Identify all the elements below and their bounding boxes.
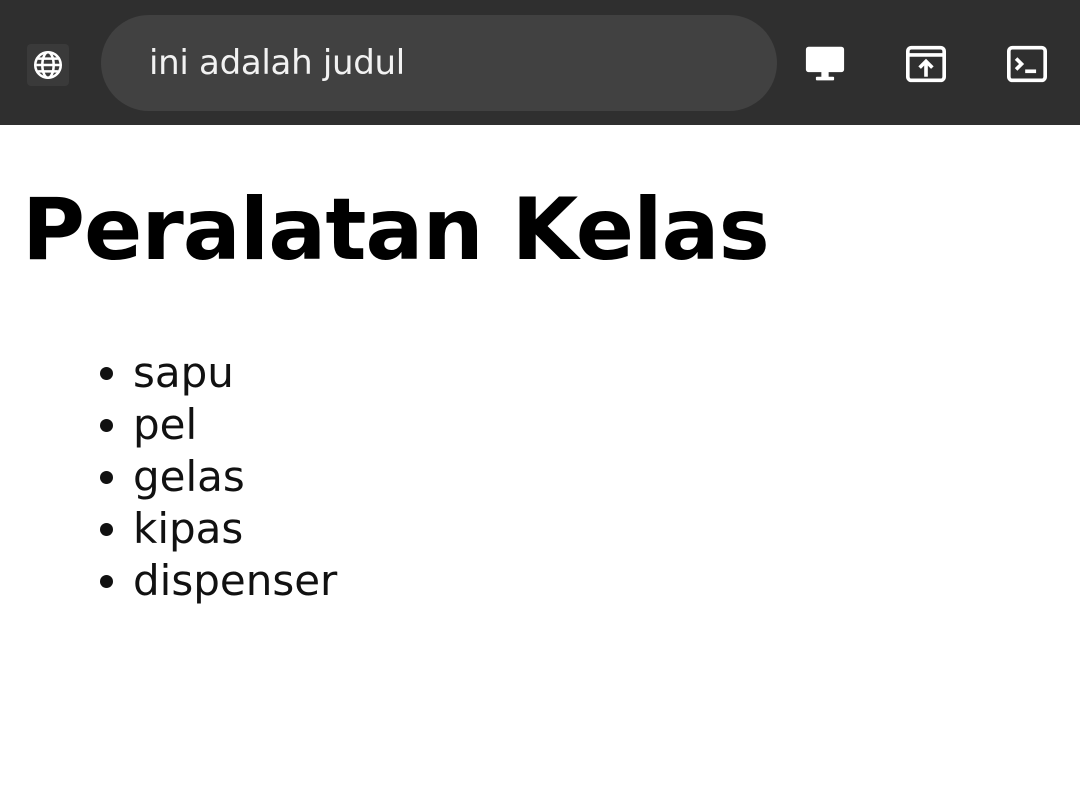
list-item: sapu (133, 347, 337, 399)
list-item: dispenser (133, 555, 337, 607)
list-item: kipas (133, 503, 337, 555)
list-item: gelas (133, 451, 337, 503)
globe-icon[interactable] (27, 44, 69, 86)
list-item: pel (133, 399, 337, 451)
address-text: ini adalah judul (149, 43, 405, 83)
open-in-new-icon[interactable] (902, 40, 950, 88)
equipment-list: sapu pel gelas kipas dispenser (0, 347, 337, 607)
page-content: Peralatan Kelas sapu pel gelas kipas dis… (0, 125, 1080, 800)
browser-toolbar: ini adalah judul (0, 0, 1080, 125)
page-title: Peralatan Kelas (22, 180, 770, 280)
desktop-icon[interactable] (801, 40, 849, 88)
address-bar[interactable]: ini adalah judul (101, 15, 777, 111)
terminal-icon[interactable] (1003, 40, 1051, 88)
